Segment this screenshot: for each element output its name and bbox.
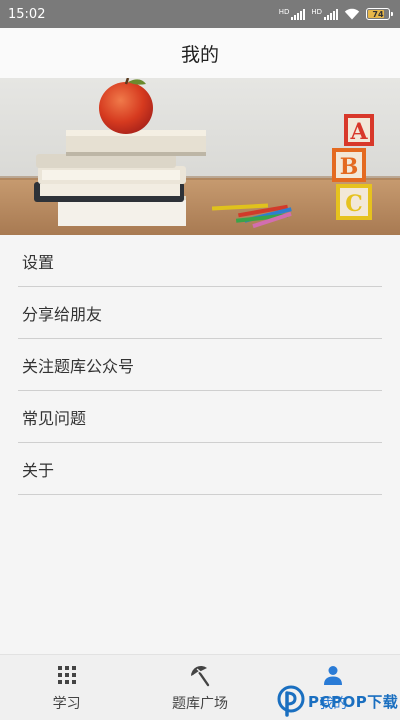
page-title: 我的 bbox=[180, 43, 219, 66]
banner-image: A B C bbox=[0, 78, 400, 235]
settings-menu: 设置 分享给朋友 关注题库公众号 常见问题 关于 bbox=[0, 235, 400, 495]
menu-item-about[interactable]: 关于 bbox=[18, 443, 382, 495]
watermark-text: PCPOP下载 bbox=[308, 692, 399, 711]
status-bar: 15:02 HD HD 74 bbox=[0, 0, 400, 28]
tab-study[interactable]: 学习 bbox=[0, 655, 133, 720]
block-letter-b: B bbox=[340, 154, 359, 180]
watermark: PCPOP下载 bbox=[276, 682, 400, 720]
battery-icon: 74 bbox=[366, 8, 393, 20]
menu-item-label: 关于 bbox=[22, 460, 55, 480]
menu-item-faq[interactable]: 常见问题 bbox=[18, 391, 382, 443]
menu-item-share[interactable]: 分享给朋友 bbox=[18, 287, 382, 339]
menu-item-label: 分享给朋友 bbox=[22, 304, 103, 324]
watermark-logo-icon bbox=[277, 685, 305, 717]
menu-item-label: 关注题库公众号 bbox=[22, 356, 135, 376]
tab-label: 题库广场 bbox=[171, 695, 228, 712]
tab-question-bank[interactable]: 题库广场 bbox=[133, 655, 266, 720]
status-indicators: HD HD 74 bbox=[279, 8, 393, 20]
block-letter-a: A bbox=[349, 119, 368, 145]
cell-signal-icon-1: HD bbox=[279, 8, 306, 20]
menu-item-label: 设置 bbox=[22, 252, 55, 272]
battery-level: 74 bbox=[372, 9, 384, 19]
status-time: 15:02 bbox=[8, 6, 46, 22]
block-letter-c: C bbox=[345, 191, 363, 217]
menu-item-label: 常见问题 bbox=[22, 408, 87, 428]
wifi-icon bbox=[344, 8, 360, 20]
menu-item-follow-account[interactable]: 关注题库公众号 bbox=[18, 339, 382, 391]
menu-item-settings[interactable]: 设置 bbox=[18, 235, 382, 287]
grid-icon bbox=[57, 665, 76, 684]
cell-signal-icon-2: HD bbox=[311, 8, 338, 20]
page-header: 我的 bbox=[0, 28, 400, 78]
tab-label: 学习 bbox=[52, 695, 81, 712]
umbrella-icon bbox=[190, 665, 210, 686]
